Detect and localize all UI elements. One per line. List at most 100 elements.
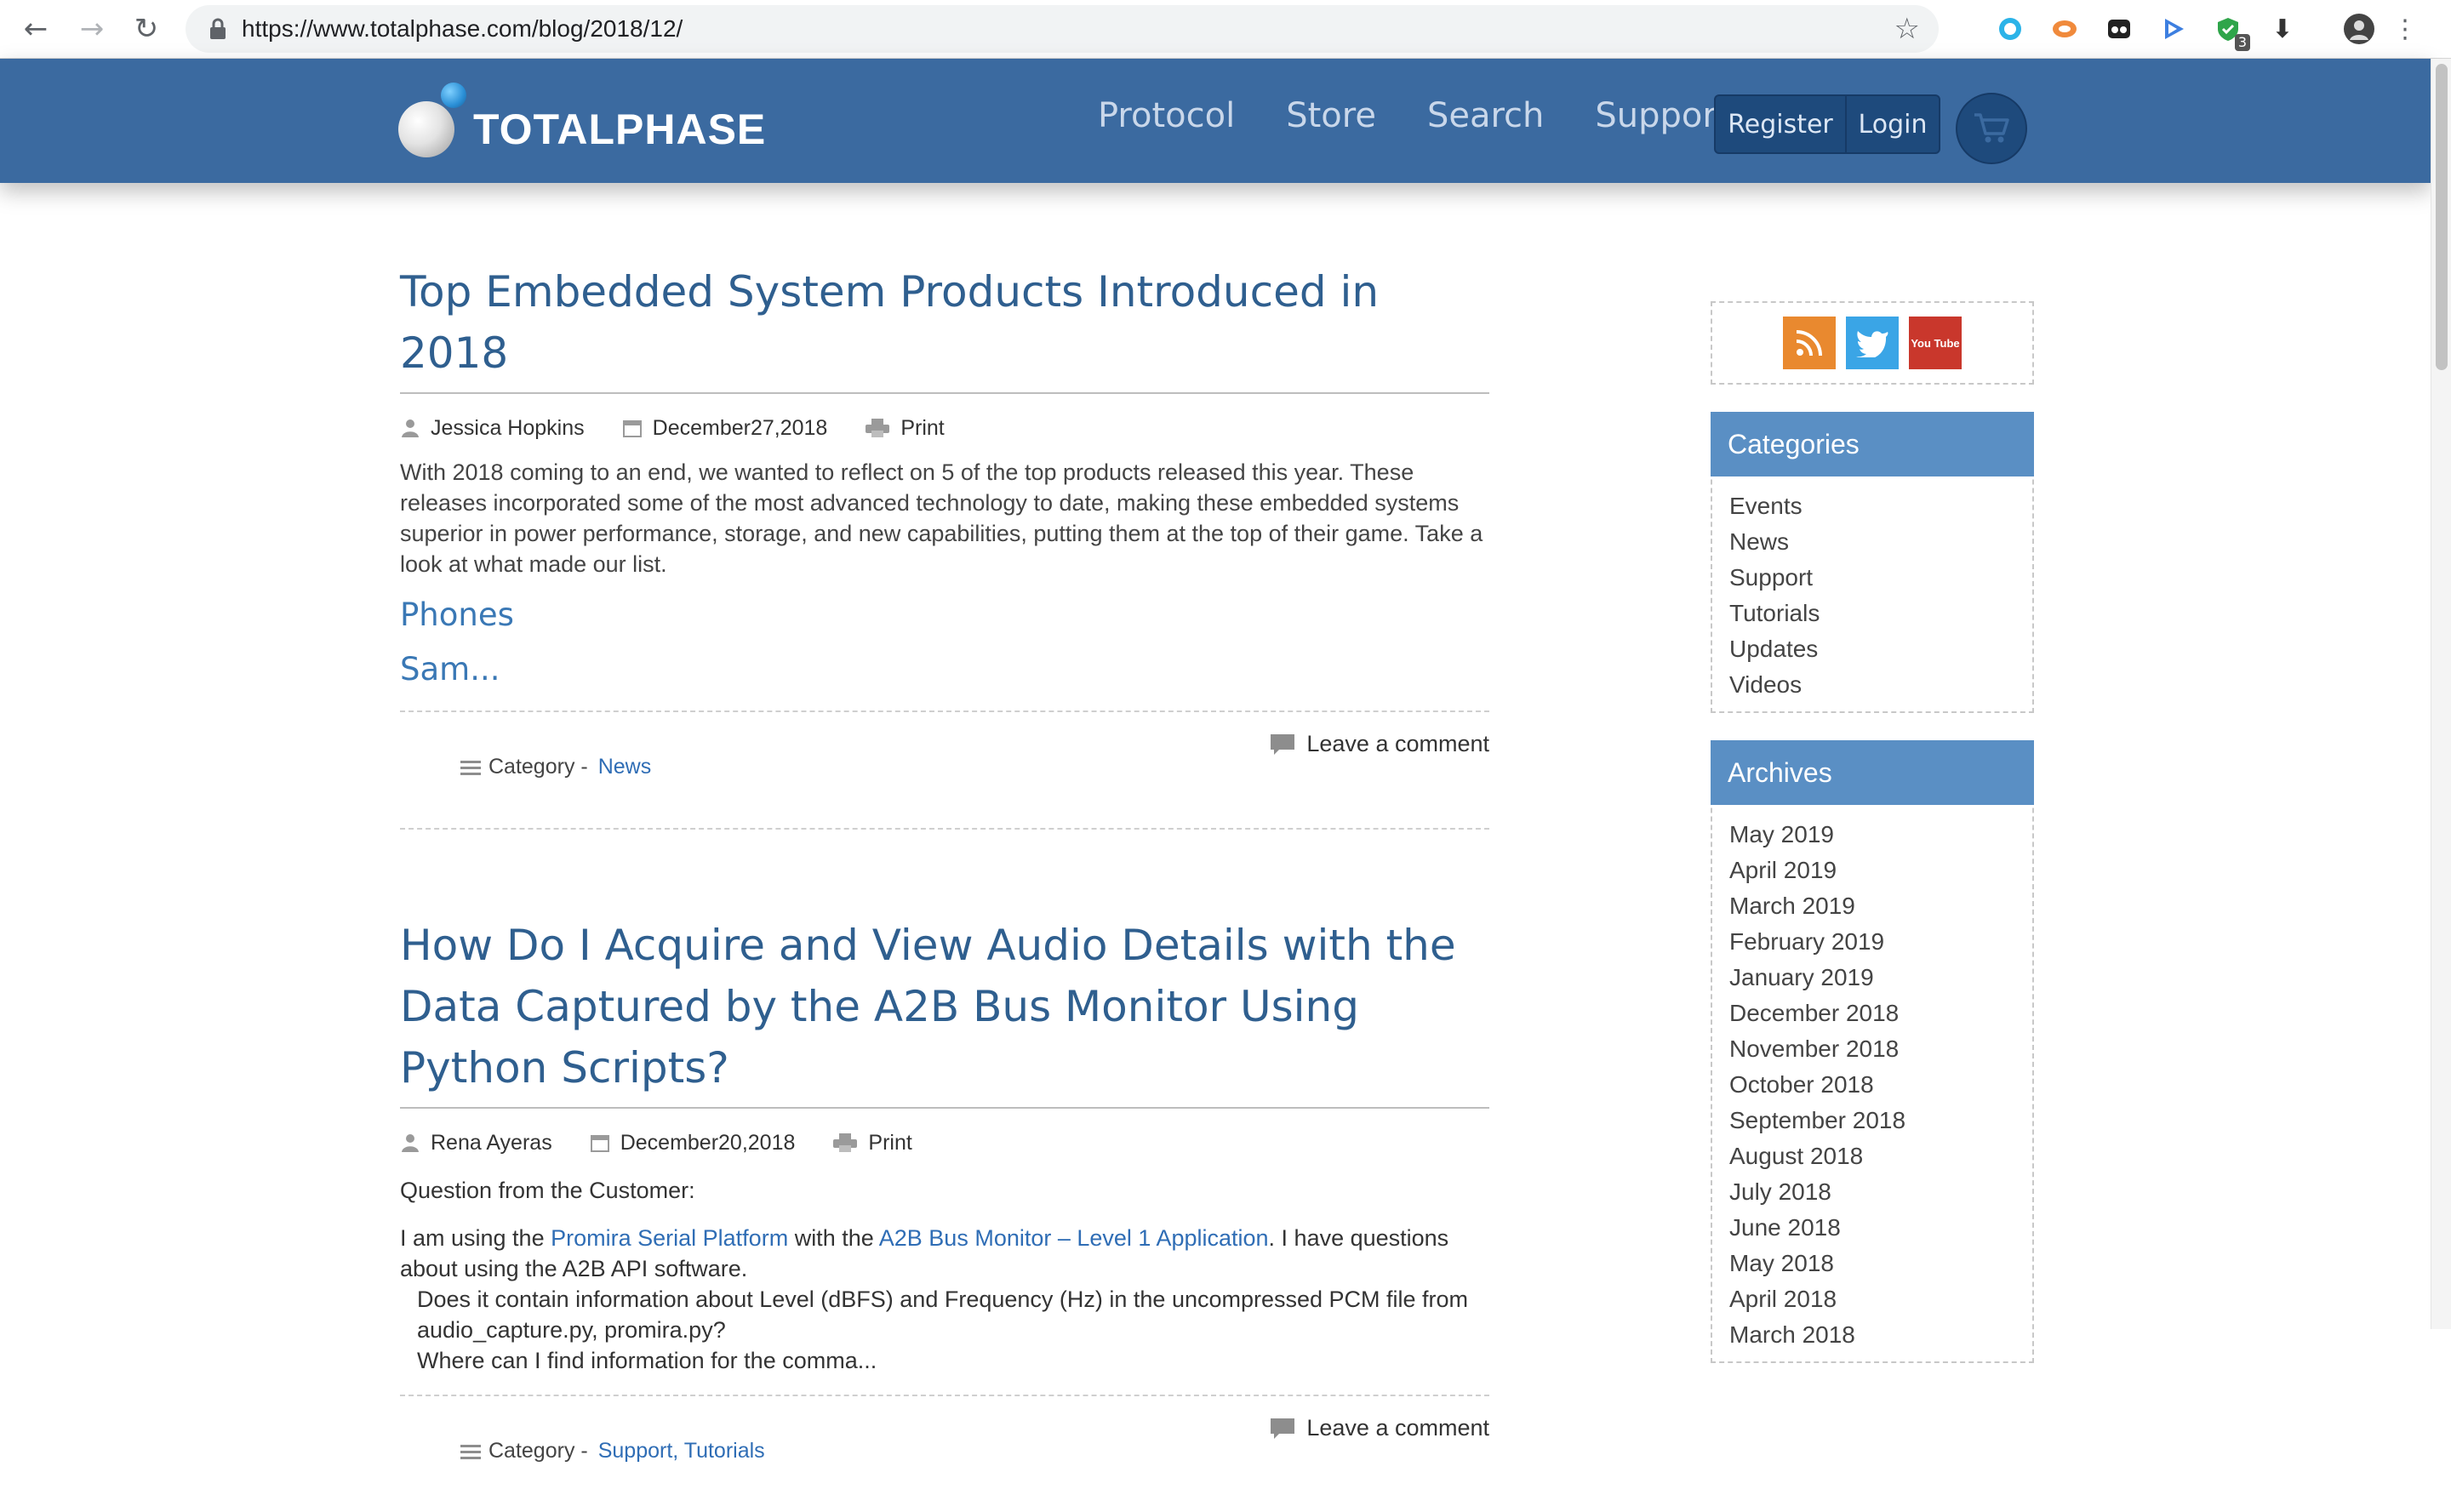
author-name: Jessica Hopkins	[431, 415, 585, 440]
download-arrow-icon[interactable]: ⬇	[2265, 12, 2300, 46]
nav-search[interactable]: Search	[1427, 96, 1544, 135]
archive-item[interactable]: December 2018	[1729, 996, 2032, 1031]
blog-post: Top Embedded System Products Introduced …	[400, 261, 1489, 830]
reload-icon[interactable]: ↻	[128, 10, 165, 48]
date-text: December20,2018	[620, 1130, 796, 1155]
auth-buttons: Register Login	[1714, 94, 1940, 154]
cart-icon	[1974, 113, 2009, 143]
archive-item[interactable]: February 2019	[1729, 924, 2032, 960]
blog-post-list: Top Embedded System Products Introduced …	[400, 183, 1489, 1512]
main-nav: Protocol Store Search Support	[1098, 96, 1780, 135]
bookmark-star-icon[interactable]: ☆	[1894, 12, 1920, 46]
blog-post: How Do I Acquire and View Audio Details …	[400, 915, 1489, 1512]
rss-icon[interactable]	[1783, 317, 1836, 369]
cart-button[interactable]	[1956, 93, 2027, 164]
browser-toolbar: ← → ↻ https://www.totalphase.com/blog/20…	[0, 0, 2451, 59]
categories-title: Categories	[1711, 412, 2034, 476]
category-label: Category -	[488, 755, 588, 779]
print-link[interactable]: Print	[832, 1130, 912, 1155]
comment-label: Leave a comment	[1306, 731, 1489, 756]
archive-item[interactable]: April 2018	[1729, 1281, 2032, 1317]
forward-arrow-icon[interactable]: →	[73, 10, 111, 48]
profile-avatar-icon[interactable]	[2342, 12, 2376, 46]
excerpt-subheading: Phones	[400, 596, 514, 633]
category-item[interactable]: Tutorials	[1729, 596, 2032, 631]
nav-store[interactable]: Store	[1286, 96, 1376, 135]
post-meta: Jessica Hopkins December27,2018 Print	[400, 411, 1489, 445]
comment-bubble-icon	[1271, 1418, 1295, 1439]
menu-dots-icon[interactable]: ⋮	[2388, 12, 2422, 46]
post-title[interactable]: How Do I Acquire and View Audio Details …	[400, 915, 1489, 1098]
lock-icon	[210, 18, 226, 39]
category-link[interactable]: News	[598, 755, 652, 779]
category-item[interactable]: Videos	[1729, 667, 2032, 703]
sidebar: You Tube Categories Events News Support …	[1711, 301, 2034, 1363]
archive-item[interactable]: July 2018	[1729, 1174, 2032, 1210]
extension-badge: 3	[2234, 34, 2250, 51]
nav-support[interactable]: Support	[1595, 96, 1729, 135]
grammarly-extension-icon[interactable]	[1993, 12, 2027, 46]
play-extension-icon[interactable]	[2157, 12, 2191, 46]
leave-comment-link[interactable]: Leave a comment	[1269, 731, 1489, 757]
question-heading: Question from the Customer:	[400, 1178, 695, 1203]
archive-item[interactable]: April 2019	[1729, 853, 2032, 888]
promira-link[interactable]: Promira Serial Platform	[551, 1225, 788, 1251]
incognito-extension-icon[interactable]	[2102, 12, 2136, 46]
comment-bubble-icon	[1271, 733, 1295, 755]
archive-item[interactable]: March 2019	[1729, 888, 2032, 924]
register-button[interactable]: Register	[1716, 96, 1847, 152]
category-label: Category -	[488, 1439, 588, 1463]
post-title[interactable]: Top Embedded System Products Introduced …	[400, 261, 1489, 384]
archives-title: Archives	[1711, 740, 2034, 805]
address-bar[interactable]: https://www.totalphase.com/blog/2018/12/…	[186, 5, 1939, 53]
archive-item[interactable]: November 2018	[1729, 1031, 2032, 1067]
category-item[interactable]: Updates	[1729, 631, 2032, 667]
nav-protocol[interactable]: Protocol	[1098, 96, 1235, 135]
post-footer: Leave a comment Category - Support, Tuto…	[400, 1396, 1489, 1512]
a2b-monitor-link[interactable]: A2B Bus Monitor – Level 1 Application	[879, 1225, 1269, 1251]
twitter-icon[interactable]	[1846, 317, 1899, 369]
archive-item[interactable]: June 2018	[1729, 1210, 2032, 1246]
post-date: December20,2018	[590, 1130, 796, 1155]
archive-item[interactable]: March 2018	[1729, 1317, 2032, 1353]
author-name: Rena Ayeras	[431, 1130, 552, 1155]
printer-icon	[833, 1133, 858, 1152]
post-body: I am using the Promira Serial Platform w…	[400, 1223, 1489, 1284]
date-text: December27,2018	[652, 415, 828, 440]
archive-item[interactable]: October 2018	[1729, 1067, 2032, 1103]
printer-icon	[866, 419, 890, 437]
shield-extension-icon[interactable]: 3	[2211, 12, 2250, 51]
list-icon	[460, 1444, 481, 1459]
question-bullet: Does it contain information about Level …	[417, 1287, 1469, 1343]
title-divider	[400, 1107, 1489, 1109]
scrollbar-thumb[interactable]	[2436, 64, 2448, 370]
archive-item[interactable]: September 2018	[1729, 1103, 2032, 1138]
archive-item[interactable]: August 2018	[1729, 1138, 2032, 1174]
category-item[interactable]: Support	[1729, 560, 2032, 596]
categories-list: Events News Support Tutorials Updates Vi…	[1712, 476, 2032, 711]
print-link[interactable]: Print	[865, 415, 945, 441]
post-excerpt: With 2018 coming to an end, we wanted to…	[400, 459, 1483, 577]
print-label: Print	[868, 1130, 912, 1155]
archive-item[interactable]: January 2019	[1729, 960, 2032, 996]
back-arrow-icon[interactable]: ←	[17, 10, 54, 48]
post-author: Jessica Hopkins	[400, 416, 585, 441]
login-button[interactable]: Login	[1847, 96, 1939, 152]
body-middle: with the	[788, 1225, 879, 1251]
post-divider-bottom	[400, 828, 1489, 830]
title-divider	[400, 392, 1489, 394]
totalphase-logo[interactable]: TOTALPHASE	[398, 83, 765, 159]
archive-item[interactable]: May 2018	[1729, 1246, 2032, 1281]
list-icon	[460, 760, 481, 775]
page-scrollbar[interactable]	[2431, 59, 2451, 1329]
url-text: https://www.totalphase.com/blog/2018/12/	[242, 15, 683, 42]
category-link[interactable]: Support, Tutorials	[598, 1439, 765, 1464]
youtube-icon[interactable]: You Tube	[1909, 317, 1962, 369]
leave-comment-link[interactable]: Leave a comment	[1269, 1415, 1489, 1441]
category-item[interactable]: News	[1729, 524, 2032, 560]
handshake-extension-icon[interactable]	[2048, 12, 2082, 46]
category-item[interactable]: Events	[1729, 488, 2032, 524]
print-label: Print	[900, 415, 945, 440]
post-author: Rena Ayeras	[400, 1131, 552, 1155]
archive-item[interactable]: May 2019	[1729, 817, 2032, 853]
